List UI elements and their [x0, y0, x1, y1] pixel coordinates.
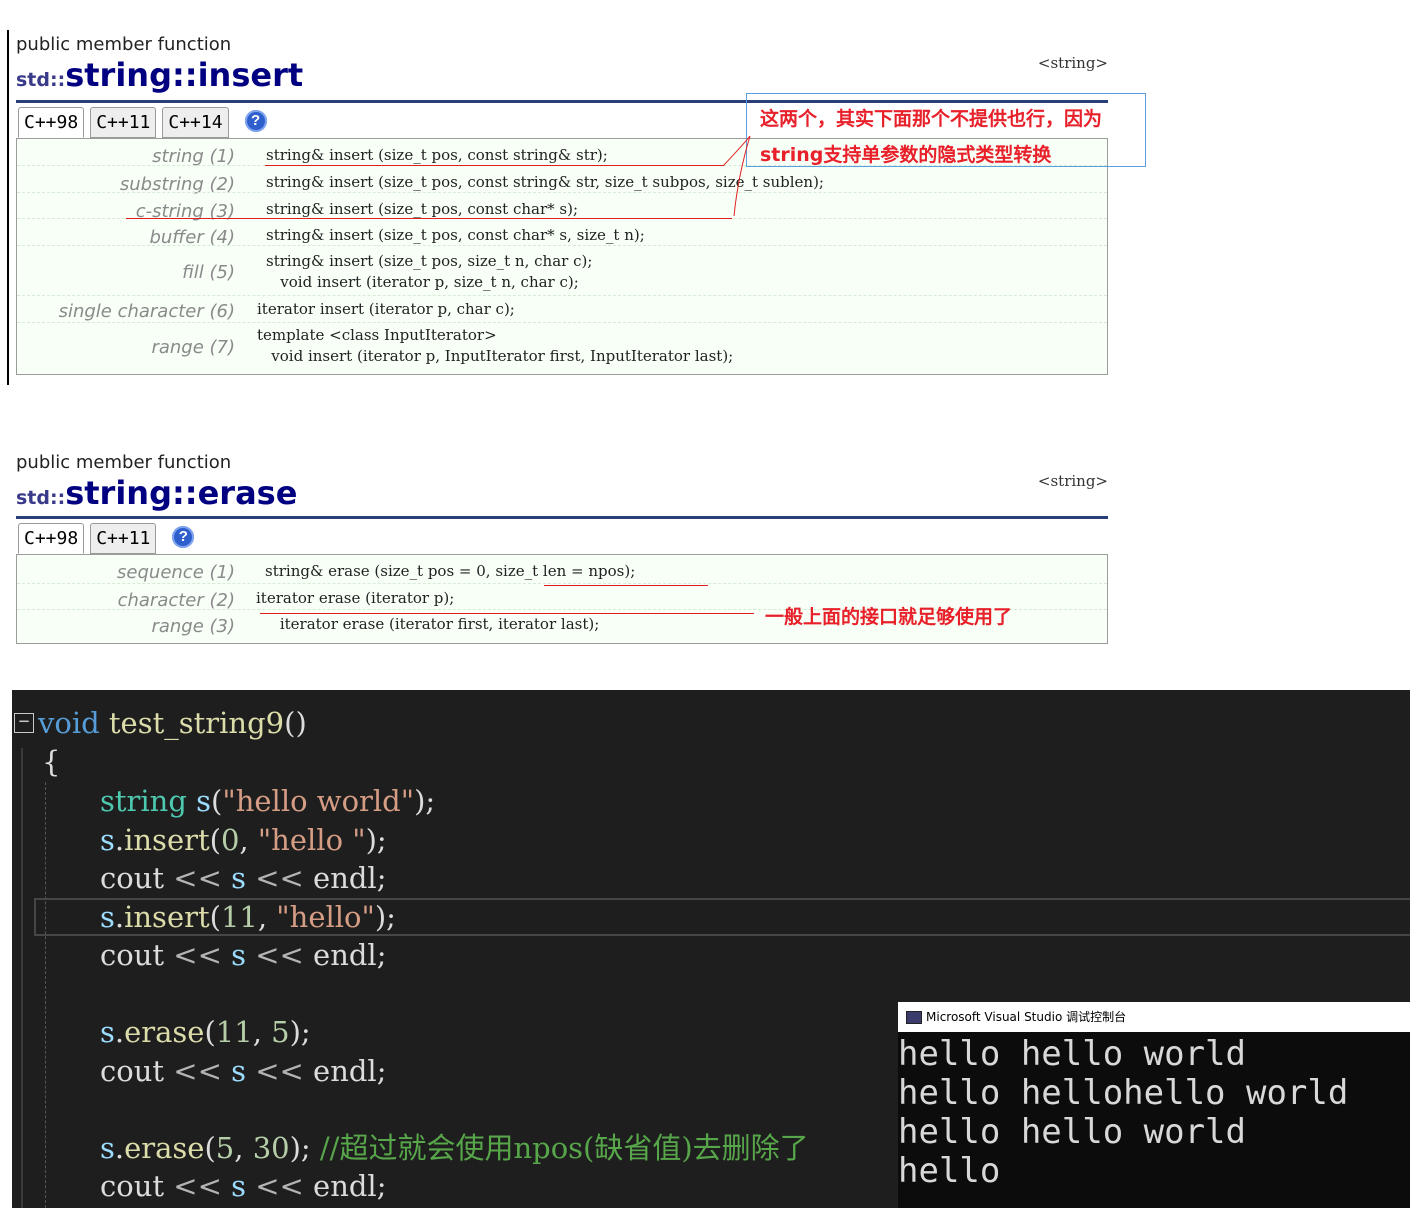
- signature-label: single character (6): [58, 301, 235, 322]
- underline-erase-rows: [260, 613, 754, 614]
- header-file-label: <string>: [1037, 54, 1108, 72]
- function-name: string::erase: [65, 474, 298, 512]
- annotation-note-line2: string支持单参数的隐式类型转换: [760, 144, 1052, 166]
- page-title: std::string::insert: [16, 56, 303, 94]
- code-line-9: s.erase(11, 5);: [100, 1015, 311, 1049]
- title-rule: [16, 516, 1108, 519]
- annotation-bracket: [722, 136, 751, 217]
- code-line-4: s.insert(0, "hello ");: [100, 823, 387, 857]
- console-title-bar[interactable]: Microsoft Visual Studio 调试控制台: [898, 1002, 1410, 1032]
- signature-label: string (1): [152, 146, 235, 167]
- signature-label: range (3): [151, 616, 235, 637]
- code-line-3: string s("hello world");: [100, 784, 436, 818]
- tab-cpp14[interactable]: C++14: [162, 107, 229, 138]
- namespace-label: std::: [16, 69, 66, 91]
- console-output-line: hello hello world: [898, 1112, 1246, 1152]
- signature-table: string (1) string& insert (size_t pos, c…: [16, 138, 1108, 375]
- table-row: substring (2) string& insert (size_t pos…: [17, 165, 1107, 195]
- signature-code: string& insert (size_t pos, const char* …: [266, 226, 645, 244]
- signature-label: sequence (1): [117, 562, 235, 583]
- code-line-10: cout << s << endl;: [100, 1054, 387, 1088]
- table-row: buffer (4) string& insert (size_t pos, c…: [17, 218, 1107, 248]
- signature-code: string& insert (size_t pos, size_t n, ch…: [266, 252, 593, 291]
- console-output-line: hello: [898, 1151, 1001, 1191]
- underline-string-1: [265, 165, 723, 166]
- console-output-line: hello hellohello world: [898, 1073, 1349, 1113]
- annotation-note-line1: 这两个，其实下面那个不提供也行，因为: [760, 108, 1103, 130]
- underline-cstring-3: [126, 218, 732, 219]
- tab-cpp11[interactable]: C++11: [90, 523, 157, 554]
- fold-guide: [21, 748, 23, 1208]
- annotation-note-erase: 一般上面的接口就足够使用了: [765, 606, 1013, 628]
- insert-reference-panel: public member function std::string::inse…: [7, 30, 1108, 385]
- function-name: string::insert: [65, 56, 304, 94]
- signature-code: iterator erase (iterator p);: [256, 589, 455, 607]
- namespace-label: std::: [16, 487, 66, 509]
- tab-cpp11[interactable]: C++11: [90, 107, 157, 138]
- code-line-2: {: [42, 745, 61, 779]
- help-icon[interactable]: ?: [172, 526, 195, 548]
- table-row: range (7) template <class InputIterator>…: [17, 322, 1107, 375]
- console-title: Microsoft Visual Studio 调试控制台: [926, 1010, 1127, 1024]
- left-border: [7, 30, 9, 385]
- member-kind-label: public member function: [16, 452, 232, 473]
- signature-code: string& insert (size_t pos, const char* …: [266, 200, 578, 218]
- signature-code: string& erase (size_t pos = 0, size_t le…: [265, 562, 636, 580]
- debug-console-window[interactable]: Microsoft Visual Studio 调试控制台 hello hell…: [898, 1002, 1410, 1208]
- signature-label: character (2): [117, 590, 235, 611]
- table-row: single character (6) iterator insert (it…: [17, 295, 1107, 323]
- tab-cpp98[interactable]: C++98: [18, 107, 85, 138]
- signature-code: iterator erase (iterator first, iterator…: [256, 615, 600, 633]
- page-title: std::string::erase: [16, 474, 297, 512]
- console-output-line: hello hello world: [898, 1034, 1246, 1074]
- collapse-icon[interactable]: −: [14, 713, 34, 733]
- signature-table: sequence (1) string& erase (size_t pos =…: [16, 554, 1108, 644]
- signature-code: template <class InputIterator> void inse…: [257, 326, 734, 365]
- underline-len-npos: [544, 585, 708, 586]
- table-row: c-string (3) string& insert (size_t pos,…: [17, 192, 1107, 222]
- version-tabs: C++98 C++11 C++14 ?: [18, 104, 267, 138]
- table-row: sequence (1) string& erase (size_t pos =…: [17, 555, 1107, 583]
- member-kind-label: public member function: [16, 34, 232, 55]
- header-file-label: <string>: [1037, 472, 1108, 490]
- signature-label: fill (5): [182, 262, 235, 283]
- version-tabs: C++98 C++11 ?: [18, 520, 195, 554]
- signature-code: string& insert (size_t pos, const string…: [266, 146, 608, 164]
- code-line-13: cout << s << endl;: [100, 1169, 387, 1203]
- code-line-5: cout << s << endl;: [100, 861, 387, 895]
- help-icon[interactable]: ?: [244, 110, 267, 132]
- indent-guide: [45, 782, 46, 1208]
- console-app-icon: [906, 1011, 922, 1024]
- signature-label: range (7): [151, 337, 235, 358]
- tab-cpp98[interactable]: C++98: [18, 523, 85, 554]
- code-line-6: s.insert(11, "hello");: [100, 900, 396, 934]
- code-line-7: cout << s << endl;: [100, 938, 387, 972]
- signature-code: iterator insert (iterator p, char c);: [257, 300, 515, 318]
- code-line-1: void test_string9(): [38, 706, 307, 740]
- table-row: fill (5) string& insert (size_t pos, siz…: [17, 245, 1107, 296]
- code-line-12: s.erase(5, 30); //超过就会使用npos(缺省值)去删除了: [100, 1131, 809, 1165]
